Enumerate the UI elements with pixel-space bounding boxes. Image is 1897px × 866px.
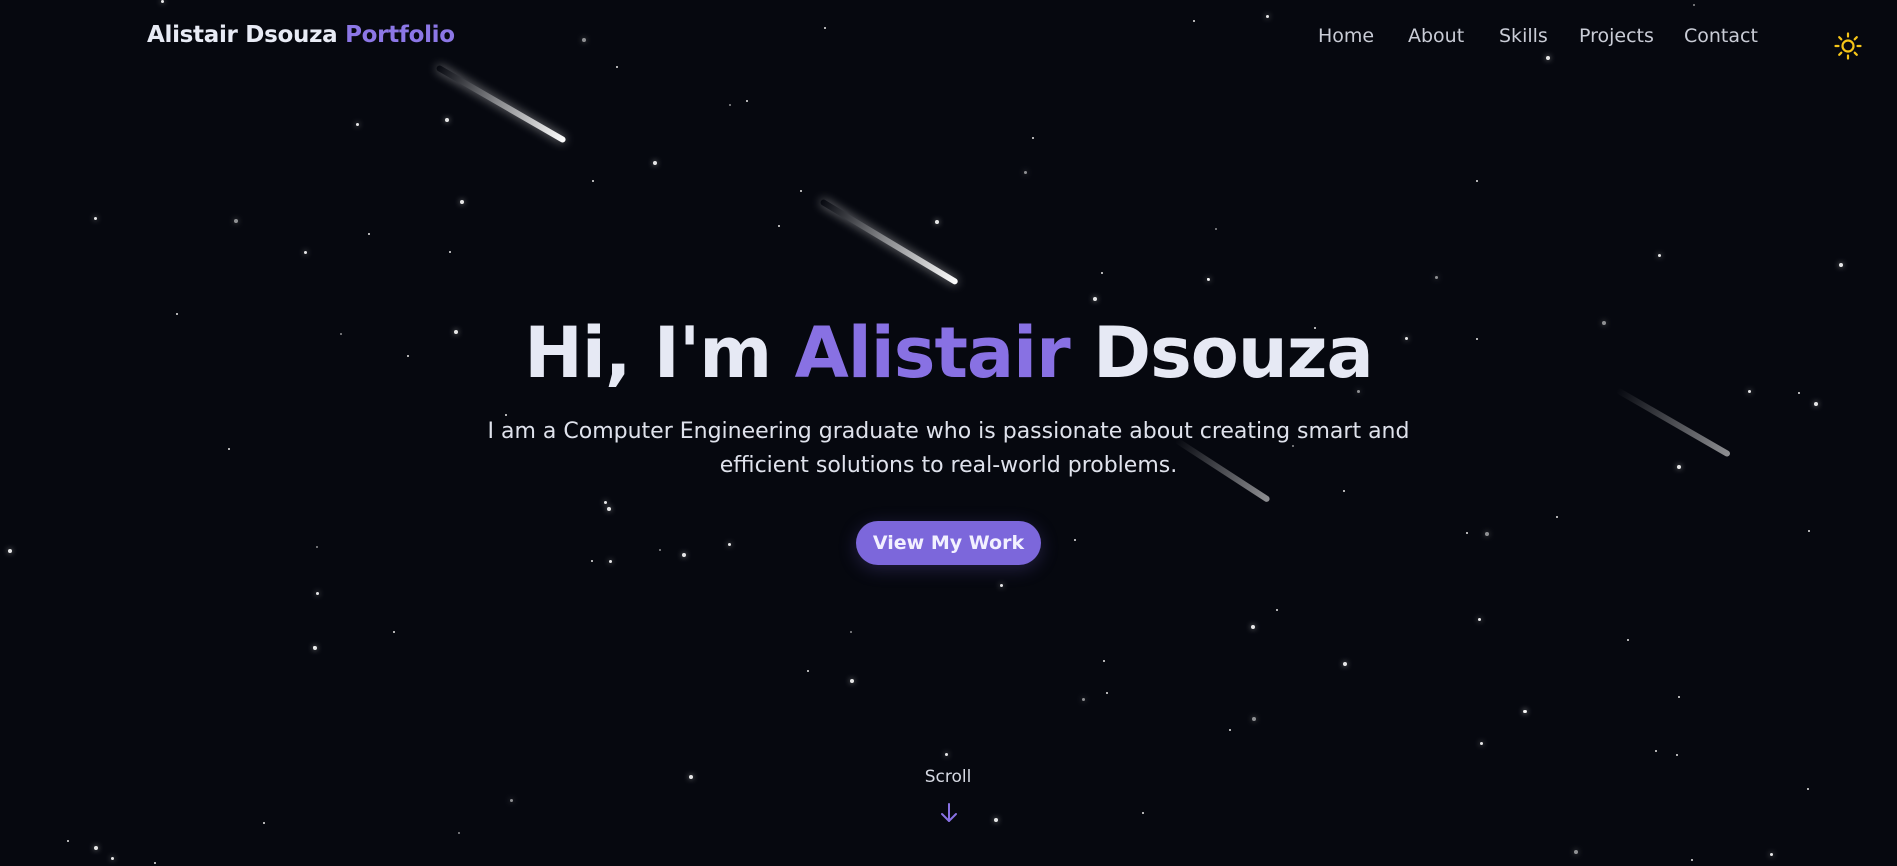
hero-section: Hi, I'm Alistair Dsouza I am a Computer … bbox=[0, 0, 1897, 866]
hero-title: Hi, I'm Alistair Dsouza bbox=[0, 312, 1897, 394]
scroll-label: Scroll bbox=[924, 767, 972, 787]
hero-greeting: Hi, I'm bbox=[524, 312, 772, 394]
hero-description: I am a Computer Engineering graduate who… bbox=[487, 419, 1410, 478]
view-my-work-button[interactable]: View My Work bbox=[856, 521, 1041, 565]
arrow-down-icon[interactable] bbox=[939, 802, 959, 824]
hero-first-name: Alistair bbox=[794, 312, 1071, 394]
hero-last-name: Dsouza bbox=[1093, 312, 1374, 394]
page: Alistair Dsouza Portfolio Home About Ski… bbox=[0, 0, 1897, 866]
